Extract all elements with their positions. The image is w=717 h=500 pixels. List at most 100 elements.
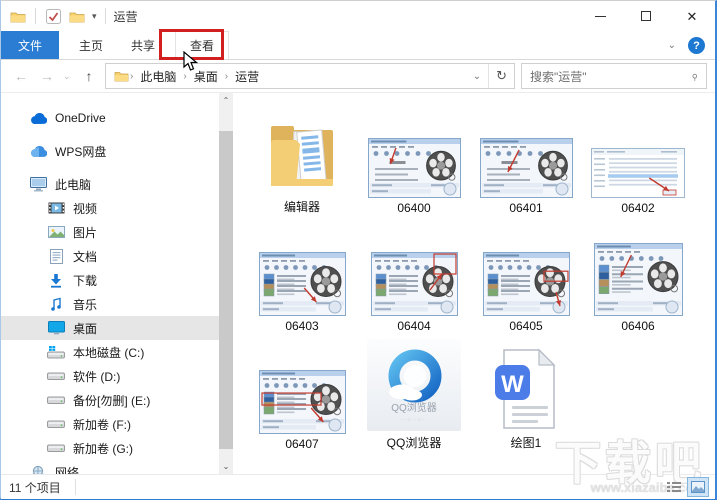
divider xyxy=(74,479,76,495)
properties-check-icon[interactable] xyxy=(44,8,62,24)
new-folder-icon[interactable] xyxy=(68,10,86,23)
breadcrumb-separator-icon[interactable]: › xyxy=(183,71,186,82)
ribbon-tab-bar: 文件 主页 共享 查看 ⌄ ? xyxy=(1,31,715,60)
file-item-06407[interactable]: 06407 xyxy=(247,333,357,451)
svg-text:· · ○ · · ○ · ·: · · ○ · · ○ · · xyxy=(401,417,427,423)
maximize-button[interactable] xyxy=(623,1,669,31)
file-item-06402[interactable]: 06402 xyxy=(583,103,693,215)
sidebar-item-网络[interactable]: 网络 xyxy=(1,460,219,474)
sidebar-item-label: 下载 xyxy=(73,273,98,288)
close-button[interactable]: ✕ xyxy=(669,1,715,31)
qq-browser-thumbnail-icon: QQ浏览器 · · ○ · · ○ · · xyxy=(367,339,461,431)
file-item-06405[interactable]: 06405 xyxy=(471,215,581,333)
sidebar-item-新加卷 (G:)[interactable]: 新加卷 (G:) xyxy=(1,436,219,460)
sidebar-scrollbar[interactable]: ⌃ ⌄ xyxy=(219,93,233,474)
navigation-pane: OneDrive WPS网盘此电脑视频图片文档下载音乐桌面本地磁盘 (C:) 软件 … xyxy=(1,93,233,474)
scrollbar-thumb[interactable] xyxy=(219,131,233,449)
videos-icon xyxy=(47,202,65,214)
close-icon: ✕ xyxy=(686,8,698,24)
file-item-06401[interactable]: 06401 xyxy=(471,103,581,215)
file-item-label: 06405 xyxy=(509,319,543,333)
scroll-up-icon[interactable]: ⌃ xyxy=(219,93,233,108)
sidebar-item-视频[interactable]: 视频 xyxy=(1,196,219,220)
sidebar-item-label: 网络 xyxy=(55,465,80,475)
breadcrumb-item[interactable]: 此电脑 xyxy=(137,68,179,85)
customize-quick-access-dropdown[interactable]: ▾ xyxy=(92,11,97,22)
video-list-tall-thumbnail-icon xyxy=(593,243,683,316)
file-item-label: 编辑器 xyxy=(283,200,320,214)
sidebar-item-label: 新加卷 (F:) xyxy=(73,417,131,432)
location-folder-icon xyxy=(112,70,130,82)
file-item-06406[interactable]: 06406 xyxy=(583,215,693,333)
svg-text:W: W xyxy=(501,371,524,398)
maximize-icon xyxy=(641,11,651,21)
file-item-06403[interactable]: 06403 xyxy=(247,215,357,333)
sidebar-item-文档[interactable]: 文档 xyxy=(1,244,219,268)
breadcrumb: › 此电脑 › 桌面 › 运营 xyxy=(130,68,466,85)
sidebar-item-OneDrive[interactable]: OneDrive xyxy=(1,106,219,130)
file-item-绘图1[interactable]: W 绘图1 xyxy=(471,333,581,451)
sidebar-item-下载[interactable]: 下载 xyxy=(1,268,219,292)
address-bar[interactable]: › 此电脑 › 桌面 › 运营 ⌄ ↻ xyxy=(105,63,515,89)
address-dropdown-chevron-icon[interactable]: ⌄ xyxy=(466,64,488,88)
video-list-thumbnail-icon xyxy=(258,252,346,316)
sidebar-item-本地磁盘 (C:)[interactable]: 本地磁盘 (C:) xyxy=(1,340,219,364)
sidebar-item-桌面[interactable]: 桌面 xyxy=(1,316,219,340)
breadcrumb-item[interactable]: 运营 xyxy=(232,68,262,85)
recent-locations-dropdown-icon[interactable]: ⌄ xyxy=(63,71,73,82)
sidebar-item-新加卷 (F:)[interactable]: 新加卷 (F:) xyxy=(1,412,219,436)
file-item-label: 06402 xyxy=(621,201,655,215)
sidebar-item-图片[interactable]: 图片 xyxy=(1,220,219,244)
scroll-down-icon[interactable]: ⌄ xyxy=(219,459,233,474)
sidebar-item-label: 图片 xyxy=(73,225,98,240)
disk-icon xyxy=(47,371,65,382)
file-item-label: QQ浏览器 xyxy=(386,436,442,450)
file-item-label: 06406 xyxy=(621,319,655,333)
video-thumbnail-icon xyxy=(479,138,573,198)
expand-ribbon-chevron-icon[interactable]: ⌄ xyxy=(668,40,676,51)
file-item-QQ浏览器[interactable]: QQ浏览器 · · ○ · · ○ · · QQ浏览器 xyxy=(359,333,469,451)
breadcrumb-item[interactable]: 桌面 xyxy=(191,68,221,85)
file-item-label: 绘图1 xyxy=(510,436,542,450)
sidebar-item-label: 音乐 xyxy=(73,297,98,312)
minimize-button[interactable] xyxy=(577,1,623,31)
details-view-button[interactable] xyxy=(663,477,685,497)
tab-view[interactable]: 查看 xyxy=(175,31,230,59)
back-arrow-icon[interactable]: ← xyxy=(11,68,31,84)
sidebar-item-音乐[interactable]: 音乐 xyxy=(1,292,219,316)
folder-thumbnail-icon xyxy=(266,119,338,195)
up-arrow-icon[interactable]: ↑ xyxy=(79,68,99,84)
wps-doc-thumbnail-icon: W xyxy=(492,347,560,431)
forward-arrow-icon[interactable]: → xyxy=(37,68,57,84)
sidebar-item-label: 桌面 xyxy=(73,321,98,336)
disk-icon xyxy=(47,419,65,430)
search-input[interactable]: 搜索"运营" ⌕ xyxy=(521,63,707,89)
tab-file[interactable]: 文件 xyxy=(1,31,59,59)
quick-access-toolbar: ▾ xyxy=(9,8,108,24)
file-item-06404[interactable]: 06404 xyxy=(359,215,469,333)
video-list-thumbnail-icon xyxy=(370,252,458,316)
tab-home[interactable]: 主页 xyxy=(65,31,117,59)
file-item-06400[interactable]: 06400 xyxy=(359,103,469,215)
sidebar-item-label: 此电脑 xyxy=(55,177,92,192)
breadcrumb-separator-icon[interactable]: › xyxy=(225,71,228,82)
divider xyxy=(35,8,36,24)
sidebar-item-软件 (D:)[interactable]: 软件 (D:) xyxy=(1,364,219,388)
wps-cloud-icon xyxy=(29,145,47,158)
sidebar-item-备份[勿删] (E:)[interactable]: 备份[勿删] (E:) xyxy=(1,388,219,412)
minimize-icon xyxy=(594,15,606,17)
breadcrumb-separator-icon[interactable]: › xyxy=(130,71,133,82)
sidebar-item-此电脑[interactable]: 此电脑 xyxy=(1,172,219,196)
refresh-icon[interactable]: ↻ xyxy=(488,64,514,88)
file-item-label: 06400 xyxy=(397,201,431,215)
thumbnail-view-button[interactable] xyxy=(687,477,709,497)
file-item-label: 06407 xyxy=(285,437,319,451)
sidebar-item-WPS网盘[interactable]: WPS网盘 xyxy=(1,139,219,163)
search-placeholder: 搜索"运营" xyxy=(530,69,587,84)
tab-share[interactable]: 共享 xyxy=(117,31,169,59)
help-icon[interactable]: ? xyxy=(688,37,705,54)
file-item-编辑器[interactable]: 编辑器 xyxy=(247,103,357,215)
file-item-label: 06401 xyxy=(509,201,543,215)
downloads-icon xyxy=(47,273,65,288)
address-toolbar: ← → ⌄ ↑ › 此电脑 › 桌面 › 运营 ⌄ ↻ 搜索"运营" ⌕ xyxy=(1,60,715,93)
